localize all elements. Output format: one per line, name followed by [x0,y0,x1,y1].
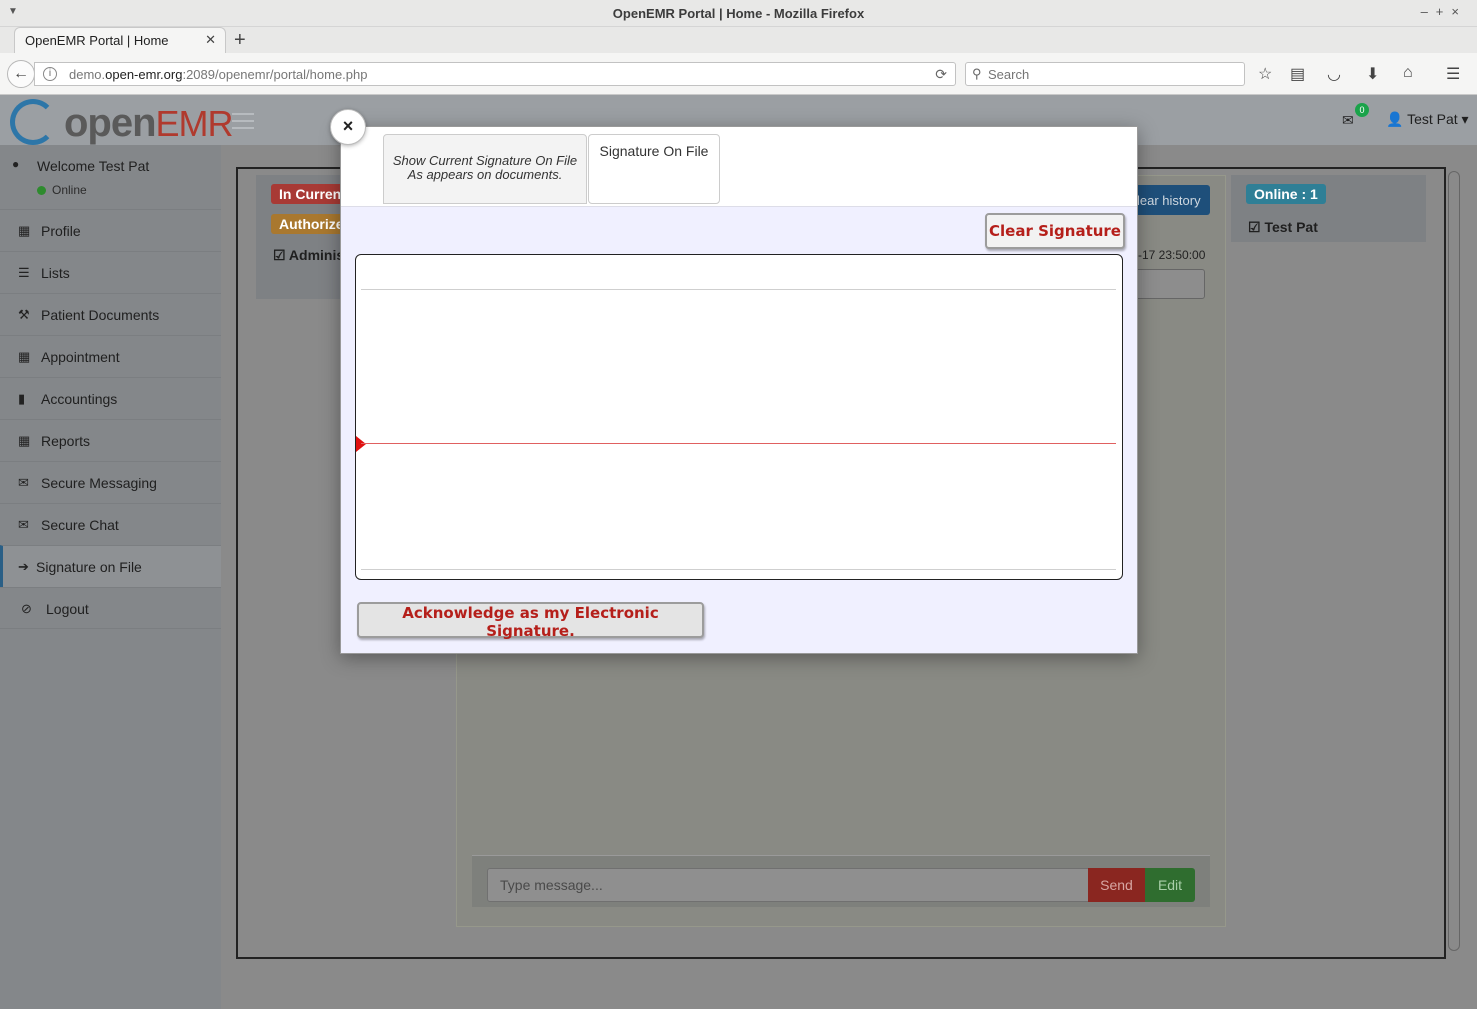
search-box[interactable]: ⚲ [965,62,1245,86]
message-bubble [1130,269,1205,299]
welcome-text: Welcome Test Pat [37,158,150,174]
clear-signature-button[interactable]: Clear Signature [985,213,1125,249]
admin-checkbox[interactable]: ☑ Adminis [273,247,344,264]
online-status-dot [37,186,46,195]
sidebar-item-appointment[interactable]: ▦ Appointment [0,335,221,377]
url-bar[interactable]: i demo.open-emr.org:2089/openemr/portal/… [34,62,956,86]
browser-tab[interactable]: OpenEMR Portal | Home ✕ [14,27,226,54]
sidebar-item-lists[interactable]: ☰ Lists [0,251,221,293]
user-icon: 👤 [1386,111,1408,127]
logo-ring-icon [10,99,56,145]
send-button[interactable]: Send [1088,868,1145,902]
home-icon[interactable]: ⌂ [1403,64,1413,82]
signature-baseline [361,443,1116,444]
gavel-icon: ⚒ [18,307,30,322]
site-info-icon[interactable]: i [43,67,57,81]
close-tab-icon[interactable]: ✕ [205,32,216,48]
sign-in-icon: ➔ [18,559,29,574]
envelope-icon: ✉ [18,475,29,490]
message-input[interactable] [487,868,1089,902]
acknowledge-signature-button[interactable]: Acknowledge as my Electronic Signature. [357,602,704,640]
online-status: Online [52,183,87,197]
sidebar: ● Welcome Test Pat Online ▦ Profile ☰ Li… [0,145,221,1009]
window-controls[interactable]: –+× [1421,4,1467,19]
sidebar-item-profile[interactable]: ▦ Profile [0,209,221,251]
sidebar-item-accountings[interactable]: ▮ Accountings [0,377,221,419]
online-count-badge: Online : 1 [1246,184,1326,204]
book-icon: ▮ [18,391,26,406]
message-timestamp: -17 23:50:00 [1138,248,1206,262]
search-icon: ⚲ [972,66,982,81]
close-modal-button[interactable]: × [330,109,366,145]
scrollbar[interactable] [1448,171,1460,951]
tab-show-current-signature[interactable]: Show Current Signature On File As appear… [383,134,587,204]
reload-icon[interactable]: ⟳ [935,66,947,83]
new-tab-icon[interactable]: + [234,29,246,52]
signature-bottom-line [361,569,1116,570]
back-icon[interactable]: ← [7,60,35,88]
envelope-icon[interactable]: ✉ [1342,112,1354,129]
window-title: OpenEMR Portal | Home - Mozilla Firefox [612,6,865,21]
mail-count-badge: 0 [1355,103,1369,117]
menu-icon[interactable]: ☰ [1446,64,1460,84]
download-icon[interactable]: ⬇ [1366,64,1379,84]
calendar-icon: ▦ [18,223,31,238]
bookmark-star-icon[interactable]: ☆ [1258,64,1272,84]
sidebar-item-patient-documents[interactable]: ⚒ Patient Documents [0,293,221,335]
modal-header: Show Current Signature On File As appear… [341,127,1137,207]
sidebar-item-signature-on-file[interactable]: ➔ Signature on File [0,545,221,587]
sidebar-item-logout[interactable]: ⊘ Logout [0,587,221,629]
online-users-panel: Online : 1 ☑ Test Pat [1231,175,1426,242]
ban-icon: ⊘ [21,601,32,616]
online-user-checkbox[interactable]: ☑ Test Pat [1248,219,1318,236]
pocket-icon[interactable]: ◡ [1327,64,1341,84]
list-icon: ☰ [18,265,30,280]
in-current-badge: In Curren [271,184,350,204]
envelope-icon: ✉ [18,517,29,532]
signature-modal: Show Current Signature On File As appear… [340,126,1138,654]
message-composer: Send Edit [472,855,1210,907]
browser-tab-label: OpenEMR Portal | Home [25,33,169,48]
signature-top-line [361,289,1116,290]
reading-list-icon[interactable]: ▤ [1290,64,1305,84]
window-titlebar: ▼ OpenEMR Portal | Home - Mozilla Firefo… [0,0,1477,27]
search-input[interactable] [988,65,1228,83]
sidebar-item-secure-messaging[interactable]: ✉ Secure Messaging [0,461,221,503]
signature-pad[interactable] [355,254,1123,580]
edit-button[interactable]: Edit [1145,868,1195,902]
sidebar-item-secure-chat[interactable]: ✉ Secure Chat [0,503,221,545]
sidebar-toggle-icon[interactable] [232,113,254,134]
openemr-logo[interactable]: openEMR [10,99,234,149]
calendar-icon: ▦ [18,349,31,364]
tab-bar: OpenEMR Portal | Home ✕ + [0,27,1477,54]
user-icon: ● [12,157,20,171]
navigation-toolbar: ← i demo.open-emr.org:2089/openemr/porta… [0,53,1477,95]
tab-signature-on-file[interactable]: Signature On File [588,134,720,204]
signature-baseline-marker-icon [356,436,366,452]
calendar-icon: ▦ [18,433,31,448]
url-text[interactable]: demo.open-emr.org:2089/openemr/portal/ho… [69,67,367,82]
user-menu[interactable]: 👤 Test Pat ▾ [1386,111,1469,128]
sidebar-item-reports[interactable]: ▦ Reports [0,419,221,461]
